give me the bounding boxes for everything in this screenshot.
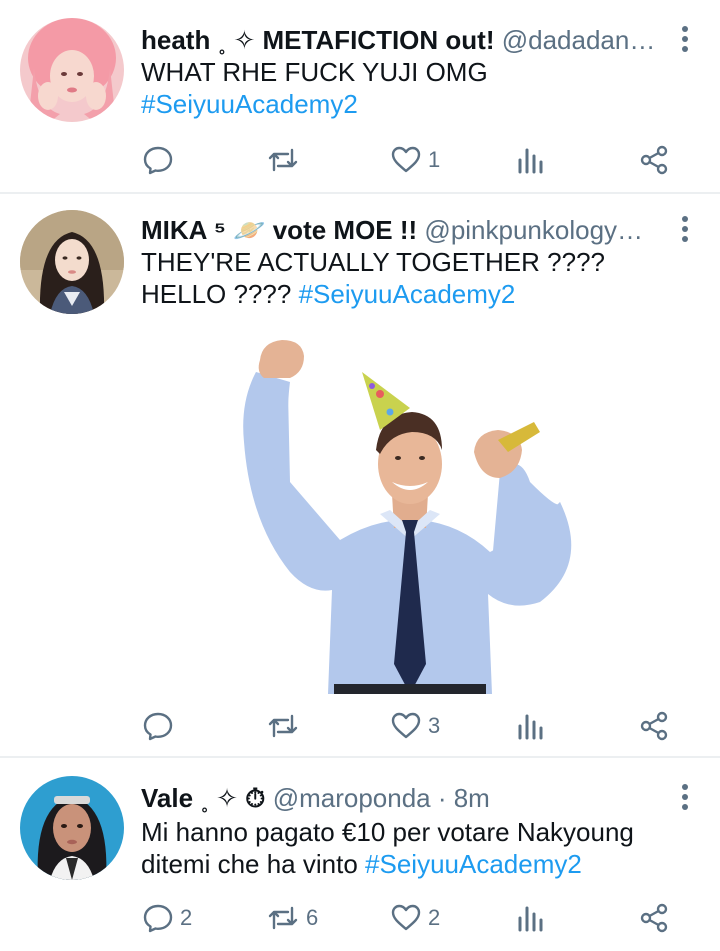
like-button[interactable]: 2 — [390, 898, 440, 938]
user-handle[interactable]: @pinkpunkology… — [424, 215, 643, 245]
tweet[interactable]: heath ˳ ✧ METAFICTION out! @dadadan… WHA… — [0, 0, 720, 192]
reply-icon — [143, 712, 173, 741]
tweet-header: MIKA ⁵ 🪐 vote MOE !! @pinkpunkology… — [141, 212, 660, 248]
tweet-header: Vale ˳ ✧ ⏱ @maroponda · 8m — [141, 780, 660, 816]
reply-icon — [143, 146, 173, 175]
action-bar: 1 — [0, 140, 720, 180]
hashtag-link[interactable]: #SeiyuuAcademy2 — [365, 849, 582, 879]
more-vertical-icon[interactable] — [678, 26, 692, 56]
display-name[interactable]: MIKA ⁵ 🪐 vote MOE !! — [141, 215, 417, 245]
stats-button[interactable] — [516, 140, 546, 180]
avatar[interactable] — [20, 210, 124, 314]
stats-button[interactable] — [516, 706, 546, 746]
action-bar: 3 — [0, 706, 720, 746]
heart-icon — [391, 712, 421, 739]
display-name[interactable]: Vale ˳ ✧ ⏱ — [141, 783, 265, 813]
like-button[interactable]: 3 — [390, 706, 440, 746]
display-name[interactable]: heath ˳ ✧ METAFICTION out! — [141, 25, 494, 55]
like-button[interactable]: 1 — [390, 140, 440, 180]
share-button[interactable] — [638, 706, 670, 746]
share-icon — [640, 711, 668, 741]
like-count: 3 — [428, 713, 441, 738]
more-vertical-icon[interactable] — [678, 784, 692, 814]
reply-icon — [143, 904, 173, 933]
tweet[interactable]: Vale ˳ ✧ ⏱ @maroponda · 8m Mi hanno paga… — [0, 758, 720, 951]
retweet-icon — [268, 906, 298, 930]
stats-icon — [518, 906, 543, 932]
share-icon — [640, 903, 668, 933]
like-count: 1 — [428, 147, 441, 172]
tweet-text: Mi hanno pagato €10 per votare Nakyoung … — [141, 816, 696, 880]
heart-icon — [391, 904, 421, 931]
avatar[interactable] — [20, 776, 124, 880]
retweet-button[interactable] — [266, 140, 306, 180]
tweet-body: WHAT RHE FUCK YUJI OMG — [141, 57, 488, 87]
share-button[interactable] — [638, 140, 670, 180]
avatar[interactable] — [20, 18, 124, 122]
retweet-count: 6 — [306, 905, 319, 930]
retweet-icon — [268, 148, 298, 172]
reply-button[interactable] — [142, 140, 180, 180]
share-button[interactable] — [638, 898, 670, 938]
stats-icon — [518, 148, 543, 174]
reply-button[interactable] — [142, 706, 180, 746]
like-count: 2 — [428, 905, 441, 930]
retweet-button[interactable]: 6 — [266, 898, 318, 938]
more-vertical-icon[interactable] — [678, 216, 692, 246]
reply-count: 2 — [180, 905, 193, 930]
tweet-text: WHAT RHE FUCK YUJI OMG #SeiyuuAcademy2 — [141, 56, 696, 120]
share-icon — [640, 145, 668, 175]
hashtag-link[interactable]: #SeiyuuAcademy2 — [299, 279, 516, 309]
retweet-button[interactable] — [266, 706, 306, 746]
retweet-icon — [268, 714, 298, 738]
tweet-photo[interactable] — [230, 332, 590, 694]
tweet-text: THEY'RE ACTUALLY TOGETHER ???? HELLO ???… — [141, 246, 696, 310]
user-handle[interactable]: @dadadan… — [502, 25, 656, 55]
hashtag-link[interactable]: #SeiyuuAcademy2 — [141, 89, 358, 119]
action-bar: 2 6 2 — [0, 898, 720, 938]
reply-button[interactable]: 2 — [142, 898, 192, 938]
stats-button[interactable] — [516, 898, 546, 938]
heart-icon — [391, 146, 421, 173]
user-handle[interactable]: @maroponda · 8m — [273, 783, 490, 813]
tweet-header: heath ˳ ✧ METAFICTION out! @dadadan… — [141, 22, 660, 58]
stats-icon — [518, 714, 543, 740]
tweet[interactable]: MIKA ⁵ 🪐 vote MOE !! @pinkpunkology… THE… — [0, 194, 720, 756]
